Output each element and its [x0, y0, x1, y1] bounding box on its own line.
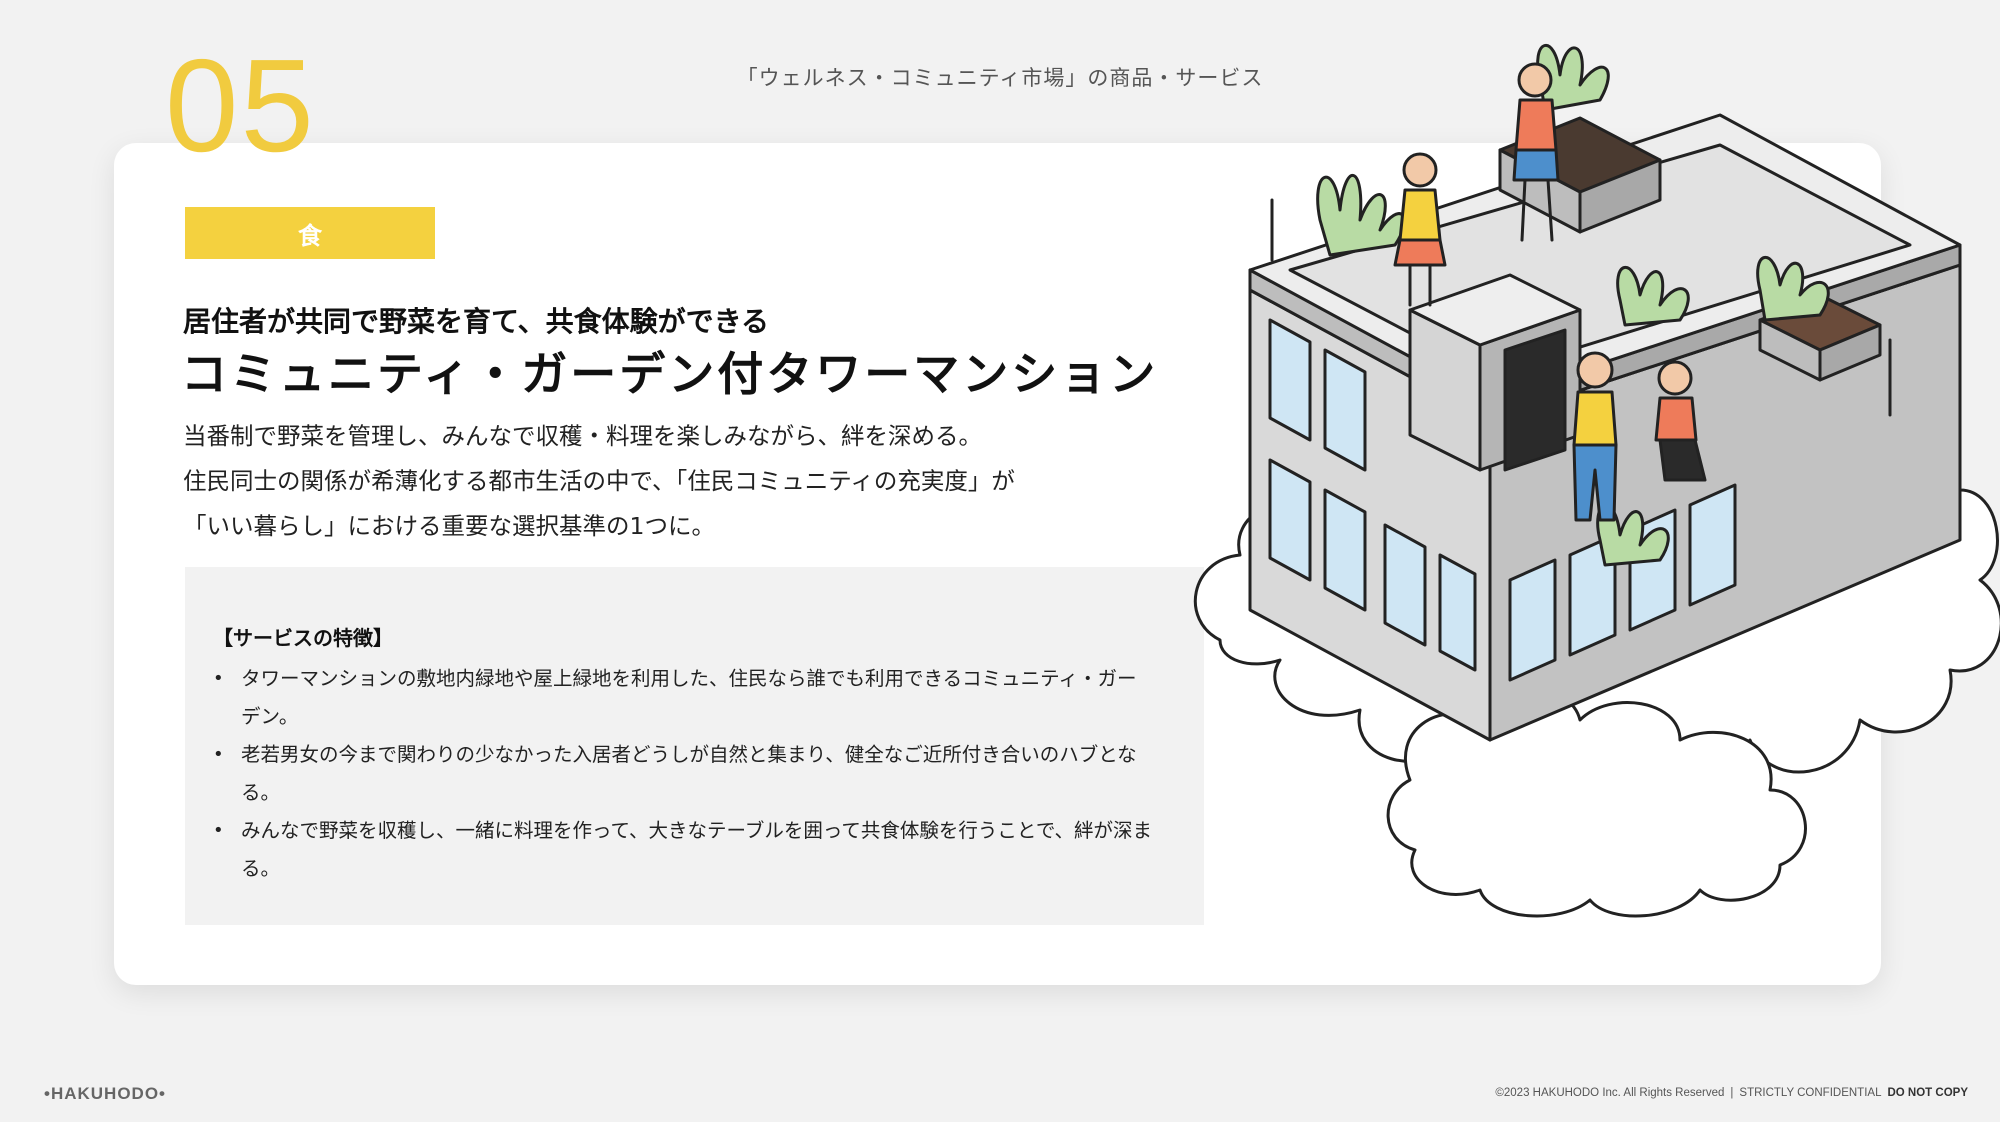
- hakuhodo-logo: •HAKUHODO•: [44, 1084, 167, 1103]
- features-list: タワーマンションの敷地内緑地や屋上緑地を利用した、住民なら誰でも利用できるコミュ…: [213, 660, 1153, 888]
- service-description: 当番制で野菜を管理し、みんなで収穫・料理を楽しみながら、絆を深める。 住民同士の…: [183, 414, 1143, 549]
- rooftop-garden-illustration: [1193, 43, 2000, 918]
- service-title: コミュニティ・ガーデン付タワーマンション: [181, 347, 1159, 401]
- do-not-copy-text: DO NOT COPY: [1887, 1087, 1968, 1099]
- description-line: 「いい暮らし」における重要な選択基準の1つに。: [183, 512, 715, 540]
- confidential-text: STRICTLY CONFIDENTIAL: [1739, 1087, 1882, 1099]
- category-badge: 食: [185, 207, 435, 259]
- description-line: 住民同士の関係が希薄化する都市生活の中で、「住民コミュニティの充実度」が: [183, 467, 1015, 495]
- feature-item: 老若男女の今まで関わりの少なかった入居者どうしが自然と集まり、健全なご近所付き合…: [213, 736, 1153, 812]
- feature-item: みんなで野菜を収穫し、一緒に料理を作って、大きなテーブルを囲って共食体験を行うこ…: [213, 812, 1153, 888]
- description-line: 当番制で野菜を管理し、みんなで収穫・料理を楽しみながら、絆を深める。: [183, 422, 982, 450]
- service-subtitle: 居住者が共同で野菜を育て、共食体験ができる: [183, 305, 770, 338]
- features-heading: 【サービスの特徴】: [213, 626, 393, 650]
- copyright-text: ©2023 HAKUHODO Inc. All Rights Reserved: [1495, 1087, 1725, 1099]
- slide-number: 05: [165, 32, 316, 179]
- footer-separator: |: [1730, 1087, 1734, 1099]
- footer-copyright: ©2023 HAKUHODO Inc. All Rights Reserved |…: [1495, 1087, 1968, 1099]
- features-box: 【サービスの特徴】 タワーマンションの敷地内緑地や屋上緑地を利用した、住民なら誰…: [185, 567, 1204, 925]
- feature-item: タワーマンションの敷地内緑地や屋上緑地を利用した、住民なら誰でも利用できるコミュ…: [213, 660, 1153, 736]
- section-title: 「ウェルネス・コミュニティ市場」の商品・サービス: [736, 66, 1264, 90]
